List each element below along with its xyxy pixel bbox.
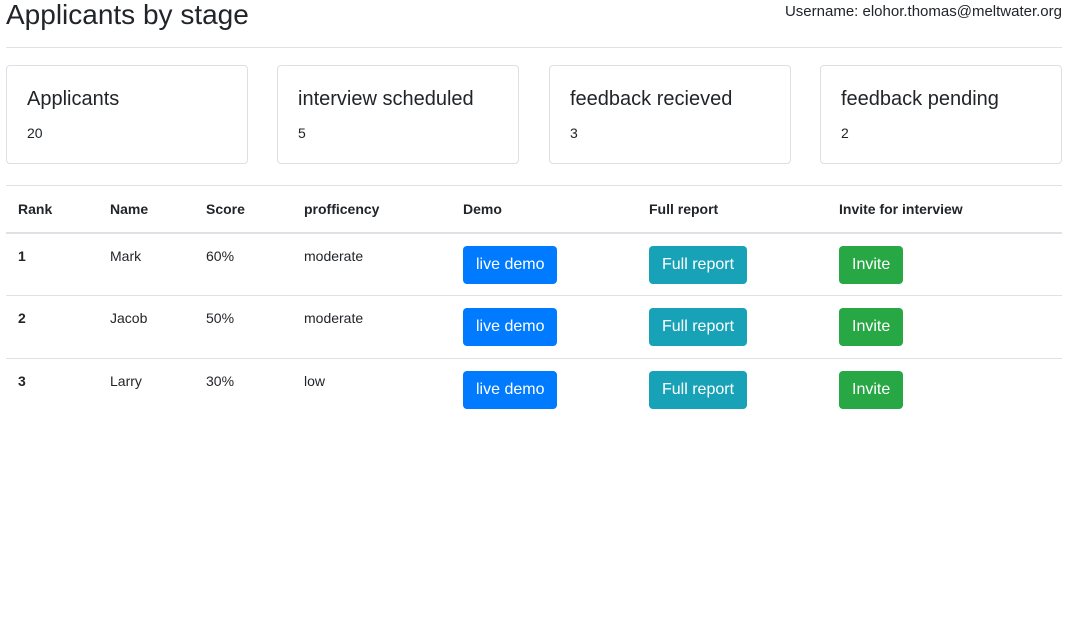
- score-cell: 50%: [194, 295, 292, 359]
- rank-cell: 3: [18, 373, 26, 389]
- applicants-table-wrapper: Rank Name Score profficency Demo Full re…: [6, 185, 1062, 422]
- column-header-name: Name: [98, 185, 194, 234]
- table-row: 3 Larry 30% low live demo Full report In…: [6, 359, 1062, 422]
- report-cell: Full report: [637, 295, 827, 359]
- demo-cell: live demo: [451, 232, 637, 296]
- name-cell: Larry: [110, 373, 142, 389]
- invite-cell: Invite: [827, 359, 1062, 422]
- invite-cell: Invite: [827, 295, 1062, 359]
- invite-cell: Invite: [827, 232, 1062, 296]
- score-cell: 30%: [206, 373, 235, 389]
- table-row: 2 Jacob 50% moderate live demo Full repo…: [6, 295, 1062, 359]
- full-report-button[interactable]: Full report: [649, 245, 748, 284]
- card-title: feedback pending: [841, 88, 999, 110]
- invite-button[interactable]: Invite: [839, 371, 904, 409]
- page-title: Applicants by stage: [6, 0, 249, 30]
- stat-card-feedback-pending: feedback pending 2: [820, 65, 1062, 164]
- table-header: Rank Name Score profficency Demo Full re…: [6, 185, 1062, 234]
- proficiency-cell: low: [304, 373, 326, 389]
- applicants-table: Rank Name Score profficency Demo Full re…: [6, 185, 1062, 422]
- card-value: 2: [841, 125, 849, 141]
- live-demo-button[interactable]: live demo: [463, 308, 558, 346]
- card-title: interview scheduled: [298, 88, 474, 110]
- name-cell: Mark: [98, 232, 194, 296]
- stat-card-feedback-received: feedback recieved 3: [549, 65, 791, 164]
- report-cell: Full report: [637, 232, 827, 296]
- card-value: 3: [570, 125, 578, 141]
- table-body: 1 Mark 60% moderate live demo Full repor…: [6, 232, 1062, 422]
- table-row: 1 Mark 60% moderate live demo Full repor…: [6, 232, 1062, 296]
- proficiency-cell: moderate: [292, 232, 451, 296]
- column-header-demo: Demo: [451, 185, 637, 234]
- full-report-button[interactable]: Full report: [649, 371, 748, 409]
- demo-cell: live demo: [451, 295, 637, 359]
- stat-card-interview-scheduled: interview scheduled 5: [277, 65, 519, 164]
- report-cell: Full report: [637, 359, 827, 422]
- page: Applicants by stage Username: elohor.tho…: [0, 0, 1073, 641]
- column-header-proficiency: profficency: [292, 185, 451, 234]
- column-header-full-report: Full report: [637, 185, 827, 234]
- invite-button[interactable]: Invite: [839, 308, 904, 346]
- column-header-rank: Rank: [6, 185, 98, 234]
- name-cell: Jacob: [98, 295, 194, 359]
- card-title: Applicants: [27, 88, 120, 110]
- score-cell: 60%: [194, 232, 292, 296]
- rank-cell: 1: [6, 232, 98, 296]
- username-label: Username: elohor.thomas@meltwater.org: [784, 3, 1062, 20]
- card-value: 5: [298, 125, 306, 141]
- demo-cell: live demo: [451, 359, 637, 422]
- header: Applicants by stage Username: elohor.tho…: [6, 0, 1062, 48]
- column-header-invite: Invite for interview: [827, 185, 1062, 234]
- header-row: Rank Name Score profficency Demo Full re…: [6, 185, 1062, 234]
- rank-cell: 2: [6, 295, 98, 359]
- card-title: feedback recieved: [570, 88, 733, 110]
- column-header-score: Score: [194, 185, 292, 234]
- card-value: 20: [27, 125, 43, 141]
- stat-card-applicants: Applicants 20: [6, 65, 248, 164]
- full-report-button[interactable]: Full report: [649, 308, 748, 346]
- live-demo-button[interactable]: live demo: [463, 245, 558, 284]
- invite-button[interactable]: Invite: [839, 245, 904, 284]
- proficiency-cell: moderate: [292, 295, 451, 359]
- live-demo-button[interactable]: live demo: [463, 371, 558, 409]
